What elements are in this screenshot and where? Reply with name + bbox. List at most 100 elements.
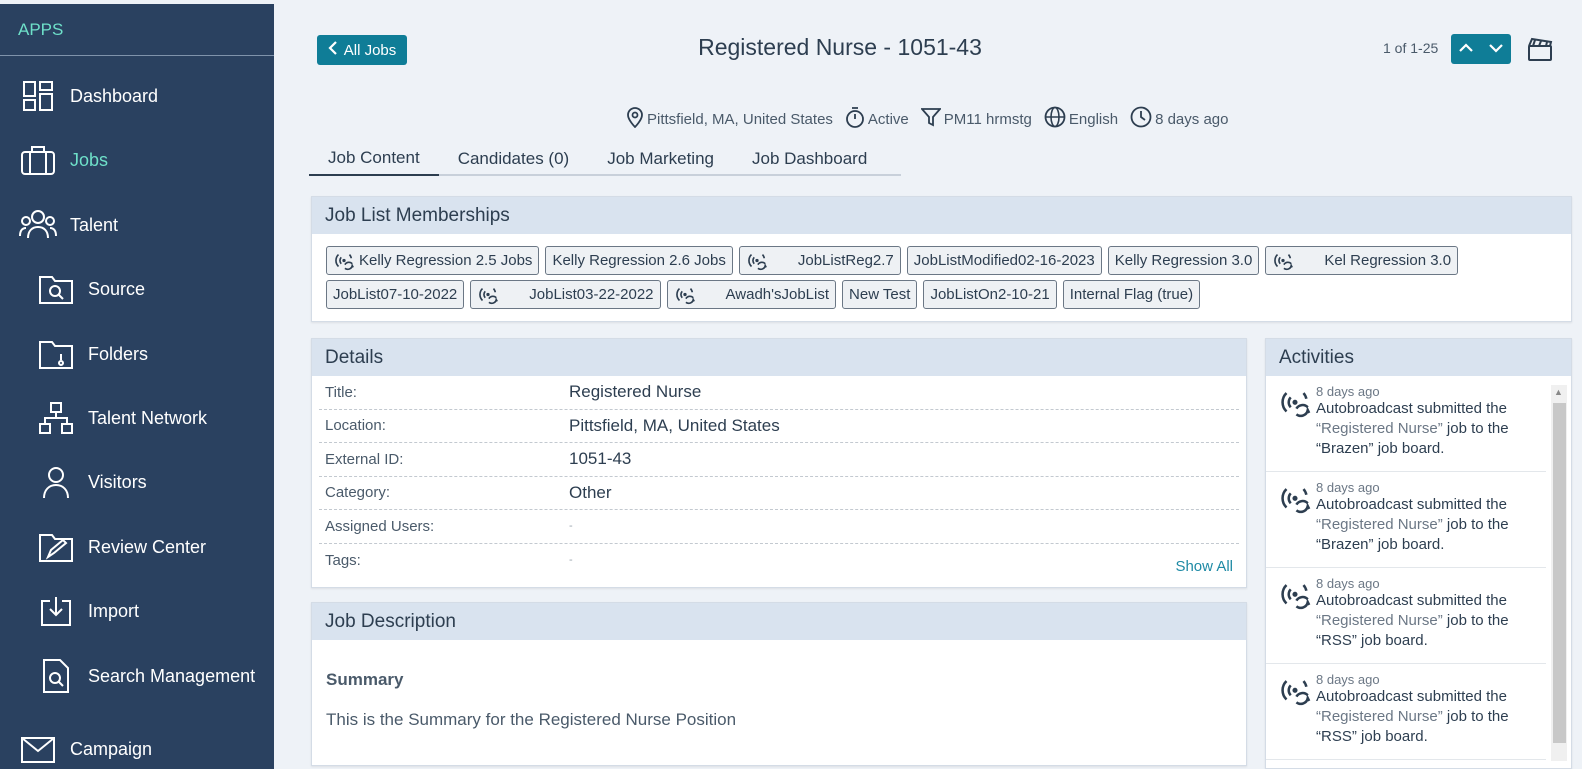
meta-location-text: Pittsfield, MA, United States: [647, 110, 833, 128]
membership-chip-label: New Test: [849, 286, 911, 303]
sidebar-item-source[interactable]: Source: [0, 261, 274, 317]
network-icon: [36, 398, 76, 438]
activity-mid: job to the: [1446, 612, 1509, 629]
sidebar-item-import[interactable]: Import: [0, 583, 274, 639]
activity-mid: job to the: [1446, 420, 1509, 437]
people-icon: [18, 205, 58, 245]
membership-chip[interactable]: Kelly Regression 3.0: [1107, 246, 1260, 275]
membership-chip[interactable]: JobList07-10-2022: [326, 280, 465, 309]
membership-chip-label: JobList07-10-2022: [333, 286, 458, 303]
all-jobs-label: All Jobs: [343, 41, 397, 59]
tab-job-marketing[interactable]: Job Marketing: [588, 142, 733, 176]
activity-board: “RSS”: [1316, 632, 1357, 649]
scroll-thumb[interactable]: [1553, 403, 1566, 743]
all-jobs-button[interactable]: All Jobs: [317, 35, 407, 65]
activity-suffix: job board.: [1361, 728, 1428, 745]
activity-prefix: Autobroadcast submitted the: [1316, 688, 1507, 705]
tab-job-dashboard[interactable]: Job Dashboard: [733, 142, 886, 176]
detail-label: Assigned Users:: [325, 517, 435, 535]
sidebar-item-campaign[interactable]: Campaign: [0, 721, 274, 769]
sidebar-item-jobs[interactable]: Jobs: [0, 132, 274, 188]
sidebar-item-label: Campaign: [70, 738, 153, 759]
detail-row-tags: Tags: - Show All: [319, 544, 1239, 578]
sidebar-item-review-center[interactable]: Review Center: [0, 519, 274, 575]
sidebar-item-talent-network[interactable]: Talent Network: [0, 390, 274, 446]
clock-icon: [1130, 106, 1152, 132]
membership-chip[interactable]: Kel Regression 3.0: [1265, 246, 1459, 275]
tab-candidates[interactable]: Candidates (0): [439, 142, 589, 176]
meta-age: 8 days ago: [1130, 106, 1228, 132]
activity-body: 8 days ago Autobroadcast submitted the “Re…: [1316, 576, 1509, 663]
broadcast-icon: [674, 284, 696, 306]
detail-row-assigned-users: Assigned Users: -: [319, 510, 1239, 544]
activity-prefix: Autobroadcast submitted the: [1316, 400, 1507, 417]
activity-job-name: “Registered Nurse”: [1316, 612, 1443, 629]
detail-label: Tags:: [325, 551, 361, 569]
broadcast-icon: [1278, 482, 1314, 518]
sidebar-item-talent[interactable]: Talent: [0, 197, 274, 253]
detail-label: External ID:: [325, 450, 404, 468]
briefcase-icon: [18, 140, 58, 180]
filter-icon: [919, 107, 942, 131]
globe-icon: [1044, 106, 1066, 132]
meta-language: English: [1044, 106, 1118, 132]
stopwatch-icon: [845, 106, 865, 132]
sidebar-item-folders[interactable]: Folders: [0, 326, 274, 382]
membership-chip[interactable]: Awadh'sJobList: [666, 280, 837, 309]
sidebar-item-label: Talent: [70, 214, 119, 235]
membership-chip-label: JobList03-22-2022: [529, 286, 654, 303]
import-icon: [36, 591, 76, 631]
sidebar-item-search-management[interactable]: Search Management: [0, 648, 274, 704]
detail-label: Category:: [325, 484, 391, 502]
membership-chip-label: JobListModified02-16-2023: [913, 252, 1095, 269]
detail-label: Location:: [325, 417, 386, 435]
membership-chip-label: Internal Flag (true): [1069, 286, 1194, 303]
review-folder-icon: [36, 527, 76, 567]
activity-time: 8 days ago: [1316, 384, 1380, 399]
details-panel: Details Title: Registered Nurse Location…: [311, 338, 1247, 588]
membership-chip[interactable]: Kelly Regression 2.5 Jobs: [326, 246, 540, 275]
show-all-link[interactable]: Show All: [1175, 558, 1233, 575]
membership-chip[interactable]: Kelly Regression 2.6 Jobs: [545, 246, 733, 275]
sidebar-item-visitors[interactable]: Visitors: [0, 454, 274, 510]
activity-job-name: “Registered Nurse”: [1316, 516, 1443, 533]
membership-chip-label: Kelly Regression 2.5 Jobs: [359, 252, 533, 269]
pager-buttons: [1451, 34, 1511, 64]
membership-chip[interactable]: JobList03-22-2022: [470, 280, 661, 309]
membership-chip[interactable]: JobListModified02-16-2023: [906, 246, 1102, 275]
detail-value: -: [569, 554, 573, 567]
membership-chips: Kelly Regression 2.5 Jobs Kelly Regressio…: [312, 234, 1571, 309]
activity-scrollbar[interactable]: ▲: [1551, 385, 1567, 761]
membership-chip[interactable]: JobListOn2-10-21: [923, 280, 1057, 309]
membership-chip-label: JobListReg2.7: [797, 252, 894, 269]
activity-prefix: Autobroadcast submitted the: [1316, 496, 1507, 513]
clapperboard-icon[interactable]: [1527, 36, 1553, 62]
sidebar-item-label: Dashboard: [70, 85, 159, 106]
summary-text: This is the Summary for the Registered N…: [326, 710, 737, 729]
broadcast-icon: [477, 284, 499, 306]
broadcast-icon: [1278, 578, 1314, 614]
sidebar-item-label: Source: [88, 278, 146, 299]
chevron-down-icon[interactable]: [1482, 40, 1510, 58]
activity-item: 8 days ago Autobroadcast submitted the “Re…: [1266, 376, 1546, 472]
meta-owner: PM11 hrmstg: [919, 107, 1032, 131]
sidebar-item-dashboard[interactable]: Dashboard: [0, 68, 274, 124]
membership-chip[interactable]: Internal Flag (true): [1062, 280, 1201, 309]
activity-item: 8 days ago Autobroadcast submitted the “Re…: [1266, 664, 1546, 760]
panel-title: Job List Memberships: [312, 197, 1571, 234]
activity-suffix: job board.: [1361, 632, 1428, 649]
meta-language-text: English: [1068, 110, 1119, 128]
chevron-up-icon[interactable]: [1452, 40, 1480, 58]
membership-chip[interactable]: New Test: [842, 280, 918, 309]
sidebar-item-label: Review Center: [88, 536, 207, 557]
panel-title: Job Description: [312, 603, 1246, 640]
membership-chip[interactable]: JobListReg2.7: [738, 246, 901, 275]
detail-row-location: Location: Pittsfield, MA, United States: [319, 410, 1239, 443]
membership-chip-label: Kelly Regression 2.6 Jobs: [552, 252, 726, 269]
summary-heading: Summary: [326, 670, 404, 689]
tab-job-content[interactable]: Job Content: [309, 142, 439, 176]
activity-prefix: Autobroadcast submitted the: [1316, 592, 1507, 609]
apps-label: APPS: [0, 4, 274, 56]
broadcast-icon: [333, 250, 355, 272]
scroll-up-arrow-icon[interactable]: ▲: [1554, 387, 1563, 397]
